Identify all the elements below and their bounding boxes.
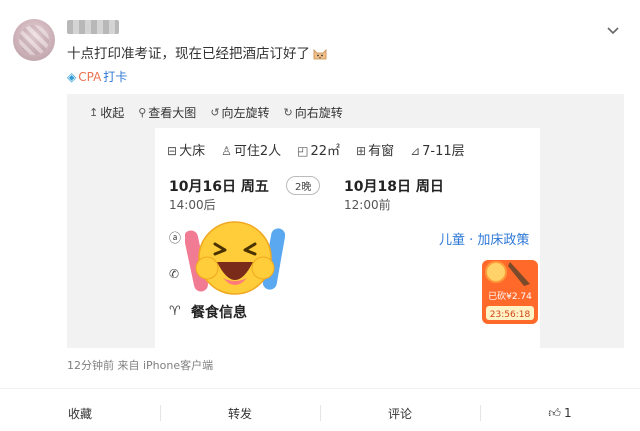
room-features: ⊟ 大床 ♙ 可住2人 ◰ 22㎡ ⊞ 有窗 ⊿ 7-11层 xyxy=(167,140,465,159)
feature-window-label: 有窗 xyxy=(368,144,395,159)
feature-floor: ⊿ 7-11层 xyxy=(410,140,465,159)
stairs-icon: ⊿ xyxy=(410,144,421,158)
diamond-icon: ◈ xyxy=(67,69,77,84)
feature-area-label: 22㎡ xyxy=(310,144,341,159)
meal-info-heading: 餐食信息 xyxy=(191,305,247,321)
feature-window: ⊞ 有窗 xyxy=(356,140,394,159)
view-large-label: 查看大图 xyxy=(148,106,197,120)
checkout-date: 10月18日 周日 xyxy=(344,179,444,195)
bed-icon: ⊟ xyxy=(167,144,178,158)
user-avatar[interactable] xyxy=(13,19,55,61)
cat-emoji-icon xyxy=(313,49,327,60)
orange-icon xyxy=(485,261,507,283)
feature-floor-label: 7-11层 xyxy=(422,144,465,159)
post-text-content: 十点打印准考证，现在已经把酒店订好了 xyxy=(67,46,310,62)
post-card: 十点打印准考证，现在已经把酒店订好了 ◈ CPA 打卡 ↥ 收起 ⚲ 查看大图 ↺ 向左… xyxy=(0,0,640,395)
divider xyxy=(0,388,640,389)
like-button[interactable]: 👍︎ 1 xyxy=(480,395,640,431)
feature-guests: ♙ 可住2人 xyxy=(221,140,281,159)
bargain-badge[interactable]: 已砍¥2.74 23:56:18 xyxy=(480,256,540,326)
like-count: 1 xyxy=(563,406,572,420)
username-blurred[interactable] xyxy=(67,20,119,34)
media-viewer: ↥ 收起 ⚲ 查看大图 ↺ 向左旋转 ↻ 向右旋转 ⊟ 大床 ♙ 可住2人 ◰ 22㎡ ⊞ 有窗… xyxy=(67,94,624,348)
collapse-icon: ↥ xyxy=(89,106,99,119)
feature-bed: ⊟ 大床 xyxy=(167,140,205,159)
view-large-button[interactable]: ⚲ 查看大图 xyxy=(138,104,196,121)
action-bar: 收藏 转发 评论 👍︎ 1 xyxy=(0,395,640,431)
people-icon: ♙ xyxy=(221,144,232,158)
checkin-date: 10月16日 周五 xyxy=(169,179,269,195)
bargain-price: 已砍¥2.74 xyxy=(488,290,532,302)
cutlery-icon: ♈ xyxy=(169,304,181,319)
repost-label: 转发 xyxy=(227,406,252,421)
post-text: 十点打印准考证，现在已经把酒店订好了 xyxy=(67,42,328,62)
collapse-button[interactable]: ↥ 收起 xyxy=(89,104,124,121)
rotate-left-label: 向左旋转 xyxy=(221,106,270,120)
topic-tag-suffix: 打卡 xyxy=(103,70,128,84)
rotate-right-label: 向右旋转 xyxy=(294,106,343,120)
laughing-emoji-sticker xyxy=(185,221,285,295)
search-icon: ⚲ xyxy=(138,106,147,119)
feature-area: ◰ 22㎡ xyxy=(297,140,340,159)
area-icon: ◰ xyxy=(297,144,309,158)
window-icon: ⊞ xyxy=(356,144,367,158)
checkout-time: 12:00前 xyxy=(344,198,391,212)
topic-tag[interactable]: ◈ CPA 打卡 xyxy=(67,68,127,85)
rotate-right-button[interactable]: ↻ 向右旋转 xyxy=(284,104,343,121)
favorite-label: 收藏 xyxy=(67,406,92,421)
comment-button[interactable]: 评论 xyxy=(320,395,480,431)
rotate-left-button[interactable]: ↺ 向左旋转 xyxy=(210,104,269,121)
media-toolbar: ↥ 收起 ⚲ 查看大图 ↺ 向左旋转 ↻ 向右旋转 xyxy=(89,104,343,121)
favorite-button[interactable]: 收藏 xyxy=(0,395,160,431)
nights-badge: 2晚 xyxy=(286,176,321,195)
chevron-down-icon[interactable] xyxy=(606,23,620,37)
feature-bed-label: 大床 xyxy=(179,144,206,159)
rotate-right-icon: ↻ xyxy=(283,106,293,119)
bargain-timer: 23:56:18 xyxy=(490,310,531,320)
comment-label: 评论 xyxy=(387,406,412,421)
person-icon: ⓐ xyxy=(169,231,182,245)
post-meta: 12分钟前 来自 iPhone客户端 xyxy=(67,359,214,372)
rotate-left-icon: ↺ xyxy=(210,106,220,119)
child-extra-bed-policy-link[interactable]: 儿童 · 加床政策 xyxy=(439,229,529,248)
feature-guests-label: 可住2人 xyxy=(233,144,282,159)
collapse-label: 收起 xyxy=(100,106,125,120)
repost-button[interactable]: 转发 xyxy=(160,395,320,431)
topic-tag-prefix: CPA xyxy=(78,69,102,84)
thumbs-up-icon: 👍︎ xyxy=(548,405,561,420)
phone-icon: ✆ xyxy=(169,267,180,281)
